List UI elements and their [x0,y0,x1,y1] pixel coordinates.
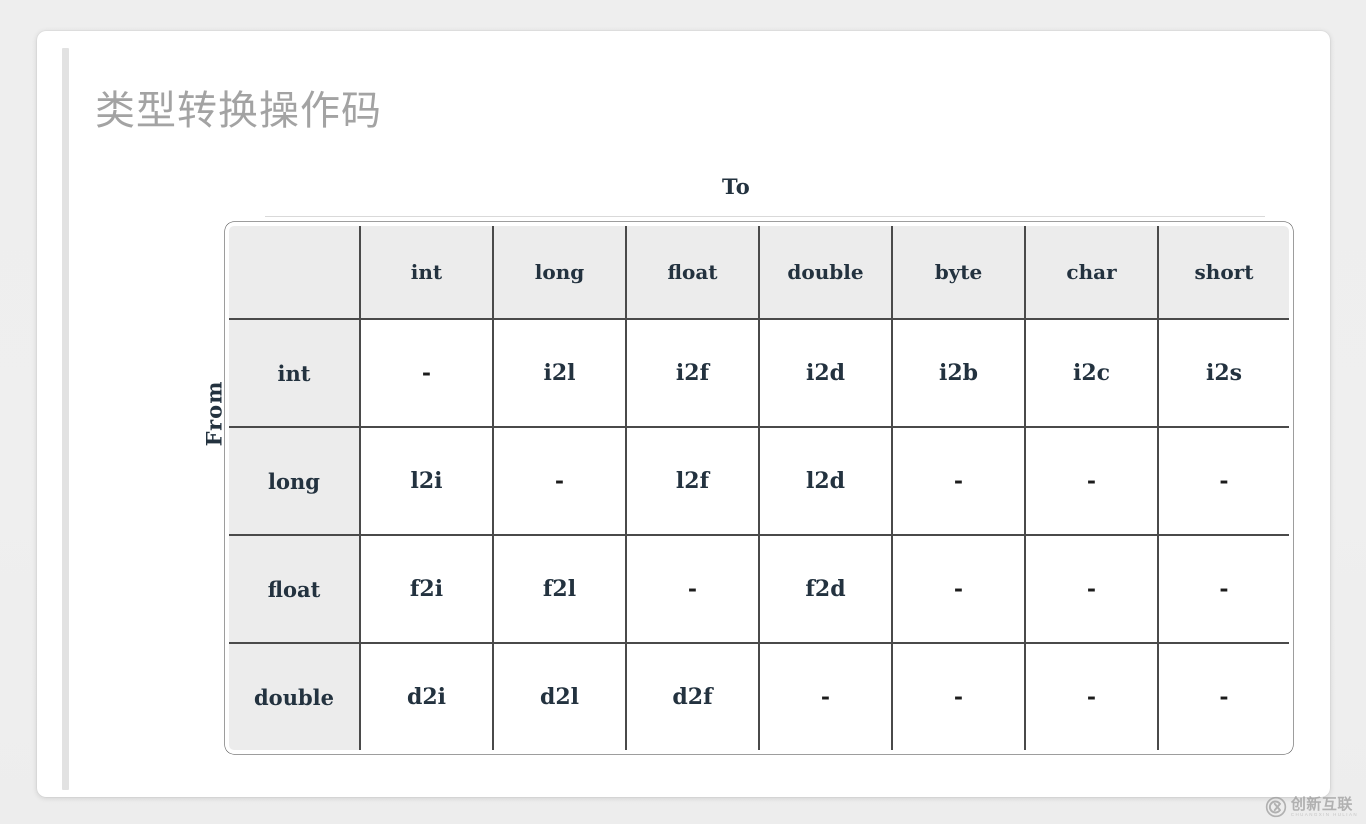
cell-int-char: i2c [1024,318,1159,428]
cell-double-float: d2f [625,642,760,750]
cell-int-short: i2s [1157,318,1289,428]
row-header-int: int [229,318,361,428]
column-header-short: short [1157,226,1289,320]
cell-long-long: - [492,426,627,536]
cell-int-byte: i2b [891,318,1026,428]
column-header-long: long [492,226,627,320]
cell-float-char: - [1024,534,1159,644]
column-header-byte: byte [891,226,1026,320]
row-header-float: float [229,534,361,644]
cell-float-byte: - [891,534,1026,644]
watermark-textblock: 创新互联 CHUANGXIN HULIAN [1290,794,1358,818]
axis-caption-from: From [201,380,227,447]
cell-int-long: i2l [492,318,627,428]
cell-float-double: f2d [758,534,893,644]
conversion-matrix-wrap: int long float double byte char short in… [225,216,1293,754]
conversion-matrix: int long float double byte char short in… [225,222,1293,754]
row-header-double: double [229,642,361,750]
cell-double-long: d2l [492,642,627,750]
cell-float-long: f2l [492,534,627,644]
matrix-row-float: float f2i f2l - f2d - - - [229,534,1289,644]
matrix-header-row-group: int long float double byte char short [229,226,1289,320]
cell-float-int: f2i [359,534,494,644]
cx-logo-icon [1265,796,1287,818]
card-accent-rail [62,48,69,790]
cell-double-int: d2i [359,642,494,750]
column-header-float: float [625,226,760,320]
cell-double-char: - [1024,642,1159,750]
matrix-row-long: long l2i - l2f l2d - - - [229,426,1289,536]
cell-long-float: l2f [625,426,760,536]
cell-double-byte: - [891,642,1026,750]
matrix-row-double: double d2i d2l d2f - - - - [229,642,1289,750]
axis-caption-to: To [722,174,751,199]
watermark-name-en: CHUANGXIN HULIAN [1290,811,1358,817]
cell-long-char: - [1024,426,1159,536]
cell-float-float: - [625,534,760,644]
cell-double-short: - [1157,642,1289,750]
column-header-int: int [359,226,494,320]
watermark-name-cn: 创新互联 [1290,794,1353,813]
cell-long-short: - [1157,426,1289,536]
site-watermark: 创新互联 CHUANGXIN HULIAN [1265,796,1358,818]
cell-int-int: - [359,318,494,428]
conversion-opcode-figure: To From int long float double byte char … [137,126,1327,766]
matrix-header-row: int long float double byte char short [229,226,1289,320]
cell-int-double: i2d [758,318,893,428]
cell-int-float: i2f [625,318,760,428]
matrix-row-int: int - i2l i2f i2d i2b i2c i2s [229,318,1289,428]
row-header-long: long [229,426,361,536]
matrix-corner-cell [229,226,361,320]
cell-long-int: l2i [359,426,494,536]
cell-long-double: l2d [758,426,893,536]
cell-double-double: - [758,642,893,750]
ghost-rule-top [265,216,1265,217]
cell-long-byte: - [891,426,1026,536]
cell-float-short: - [1157,534,1289,644]
article-card: 类型转换操作码 To From int long float double by… [37,31,1330,797]
column-header-double: double [758,226,893,320]
matrix-body: int - i2l i2f i2d i2b i2c i2s long l2i -… [229,318,1289,750]
column-header-char: char [1024,226,1159,320]
